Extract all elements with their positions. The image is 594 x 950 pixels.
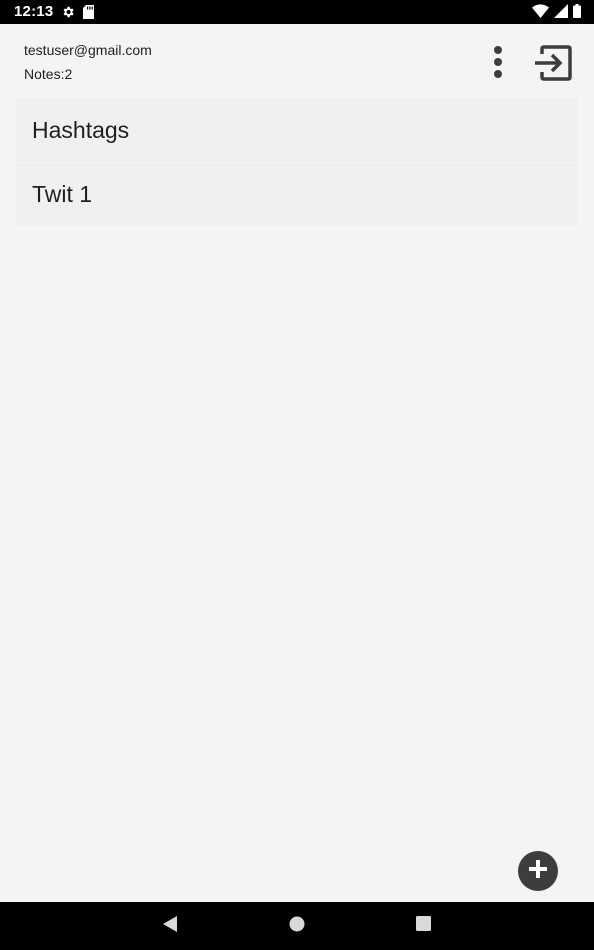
note-item[interactable]: Twit 1: [16, 162, 578, 226]
logout-button[interactable]: [530, 42, 576, 88]
app-header: testuser@gmail.com Notes:2: [0, 24, 594, 98]
sd-card-icon: [83, 5, 94, 24]
add-note-button[interactable]: [518, 851, 558, 891]
more-vert-icon: [493, 45, 503, 84]
note-title: Twit 1: [32, 181, 93, 207]
exit-icon: [534, 44, 572, 86]
account-email: testuser@gmail.com: [24, 42, 152, 58]
note-title: Hashtags: [32, 116, 130, 143]
battery-icon: [573, 4, 581, 23]
back-button[interactable]: [158, 914, 182, 938]
recents-icon: [415, 916, 431, 936]
notes-count: Notes:2: [24, 66, 73, 82]
signal-icon: [554, 4, 568, 23]
recents-button[interactable]: [411, 914, 435, 938]
wifi-icon: [532, 4, 549, 23]
status-left-icons: [61, 5, 94, 24]
status-time: 12:13: [14, 3, 54, 20]
navigation-bar: [0, 902, 594, 950]
settings-icon: [61, 5, 75, 24]
back-icon: [162, 915, 178, 938]
status-bar: 12:13: [0, 0, 594, 24]
overflow-menu-button[interactable]: [482, 42, 514, 86]
status-right-icons: [532, 4, 581, 23]
note-item[interactable]: Hashtags: [16, 98, 578, 162]
app-screen: 12:13 testuser@gmail.com Notes:2 Hashtag…: [0, 0, 594, 950]
notes-list: Hashtags Twit 1: [16, 98, 578, 226]
home-button[interactable]: [285, 914, 309, 938]
plus-icon: [528, 859, 548, 884]
home-icon: [289, 916, 305, 937]
